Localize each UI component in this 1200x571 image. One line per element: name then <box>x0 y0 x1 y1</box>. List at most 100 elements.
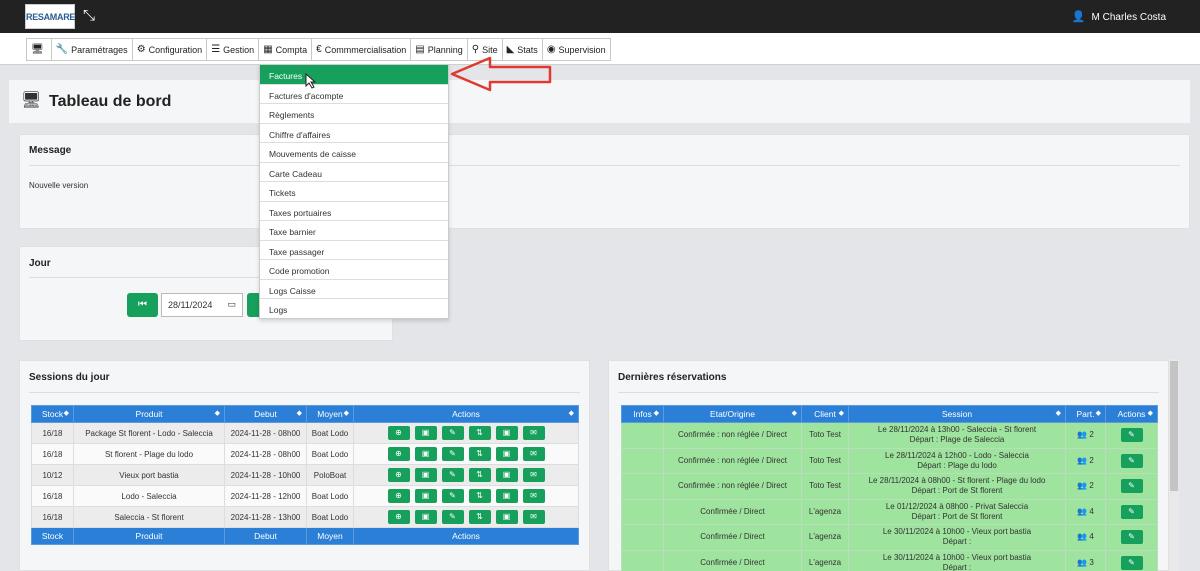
dropdown-item-carte-cadeau[interactable]: Carte Cadeau <box>260 163 448 182</box>
column-header-etat[interactable]: Etat/Origine ◆ <box>663 405 802 423</box>
add-button[interactable]: ⊕ <box>387 426 410 440</box>
column-header-actions[interactable]: Actions ◆ <box>353 405 579 423</box>
menu-item-configuration[interactable]: ⚙ Configuration <box>133 39 208 60</box>
column-footer-actions: Actions <box>353 527 579 545</box>
row-actions: ⊕ ▣ ✎ ⇅ ▣ ✉ <box>353 422 579 444</box>
email-button[interactable]: ✉ <box>522 489 545 503</box>
sort-button[interactable]: ⇅ <box>468 447 491 461</box>
scrollbar-thumb[interactable] <box>1170 361 1178 491</box>
column-header-client[interactable]: Client ◆ <box>801 405 849 423</box>
infos-cell <box>621 422 664 449</box>
calendar-remove-button[interactable]: ▣ <box>414 447 437 461</box>
email-button[interactable]: ✉ <box>522 447 545 461</box>
column-header-produit[interactable]: Produit ◆ <box>73 405 225 423</box>
column-header-actions[interactable]: Actions ◆ <box>1105 405 1158 423</box>
menu-item-gestion[interactable]: ☰ Gestion <box>207 39 260 60</box>
edit-button[interactable]: ✎ <box>1120 555 1143 570</box>
calendar-add-button[interactable]: ▣ <box>495 426 518 440</box>
dropdown-item-taxe-passager[interactable]: Taxe passager <box>260 241 448 260</box>
row-actions: ⊕ ▣ ✎ ⇅ ▣ ✉ <box>353 443 579 465</box>
dropdown-item-logs-caisse[interactable]: Logs Caisse <box>260 280 448 299</box>
dropdown-item-code-promotion[interactable]: Code promotion <box>260 260 448 280</box>
calendar-remove-button[interactable]: ▣ <box>414 468 437 482</box>
scrollbar[interactable] <box>1169 359 1179 571</box>
sort-button[interactable]: ⇅ <box>468 426 491 440</box>
user-name: M Charles Costa <box>1091 12 1166 23</box>
table-row: 16/18 St florent - Plage du lodo 2024-11-2… <box>31 443 579 465</box>
sort-button[interactable]: ⇅ <box>468 510 491 524</box>
infos-cell <box>621 524 664 551</box>
gears-icon: ⚙ <box>136 44 146 55</box>
sort-button[interactable]: ⇅ <box>468 468 491 482</box>
edit-button[interactable]: ✎ <box>441 489 464 503</box>
divider <box>618 392 1159 393</box>
sessions-title: Sessions du jour <box>29 372 110 383</box>
column-header-infos[interactable]: Infos ◆ <box>621 405 664 423</box>
user-menu[interactable]: 👤 M Charles Costa <box>1072 10 1166 23</box>
column-header-stock[interactable]: Stock ◆ <box>31 405 74 423</box>
column-header-session[interactable]: Session ◆ <box>848 405 1066 423</box>
edit-button[interactable]: ✎ <box>1120 453 1143 468</box>
edit-button[interactable]: ✎ <box>1120 530 1143 545</box>
calendar-remove-button[interactable]: ▣ <box>414 426 437 440</box>
fullscreen-icon[interactable]: ⤡ <box>83 8 95 23</box>
dropdown-item-mouvements-caisse[interactable]: Mouvements de caisse <box>260 143 448 163</box>
app-logo[interactable]: RESAMARE <box>25 4 75 29</box>
column-header-part[interactable]: Part. ◆ <box>1065 405 1106 423</box>
calendar-add-button[interactable]: ▣ <box>495 489 518 503</box>
edit-button[interactable]: ✎ <box>441 468 464 482</box>
dropdown-item-chiffre-affaires[interactable]: Chiffre d'affaires <box>260 124 448 143</box>
email-button[interactable]: ✉ <box>522 510 545 524</box>
calendar-remove-button[interactable]: ▣ <box>414 489 437 503</box>
email-button[interactable]: ✉ <box>522 468 545 482</box>
calendar-icon[interactable]: ▭ <box>227 299 236 310</box>
edit-button[interactable]: ✎ <box>441 447 464 461</box>
add-button[interactable]: ⊕ <box>387 468 410 482</box>
calendar-remove-button[interactable]: ▣ <box>414 510 437 524</box>
table-row: 16/18 Package St florent - Lodo - Salecci… <box>31 422 579 444</box>
main-menu-bar: 🖥 🔧 Paramétrages ⚙ Configuration ☰ Gestion … <box>0 33 1200 65</box>
date-input[interactable]: 28/11/2024 ▭ <box>161 293 243 317</box>
column-footer-stock: Stock <box>31 527 74 545</box>
add-button[interactable]: ⊕ <box>387 447 410 461</box>
table-row: 16/18 Lodo - Saleccia 2024-11-28 - 12h00 Bo… <box>31 485 579 507</box>
desktop-icon: 🖥 <box>21 92 42 109</box>
previous-day-button[interactable]: ⏮ <box>127 293 158 317</box>
table-row: Confirmée : non réglée / Direct Toto Test… <box>621 422 1158 449</box>
dropdown-item-logs[interactable]: Logs <box>260 299 448 319</box>
page-header: 🖥 Tableau de bord <box>9 80 1190 123</box>
dropdown-item-tickets[interactable]: Tickets <box>260 182 448 202</box>
menu-label: Compta <box>275 44 308 55</box>
calendar-add-button[interactable]: ▣ <box>495 510 518 524</box>
menu-item-parametrages[interactable]: 🔧 Paramétrages <box>52 39 133 60</box>
calendar-add-button[interactable]: ▣ <box>495 447 518 461</box>
edit-button[interactable]: ✎ <box>441 426 464 440</box>
column-header-moyen[interactable]: Moyen ◆ <box>306 405 354 423</box>
table-row: Confirmée / Direct L'agenza Le 30/11/2024 … <box>621 549 1158 571</box>
dropdown-item-taxes-portuaires[interactable]: Taxes portuaires <box>260 202 448 221</box>
add-button[interactable]: ⊕ <box>387 510 410 524</box>
calendar-add-button[interactable]: ▣ <box>495 468 518 482</box>
dropdown-item-reglements[interactable]: Règlements <box>260 104 448 124</box>
page-title: Tableau de bord <box>49 93 172 110</box>
column-header-debut[interactable]: Debut ◆ <box>224 405 307 423</box>
edit-button[interactable]: ✎ <box>1120 479 1143 494</box>
divider <box>29 165 1180 166</box>
edit-button[interactable]: ✎ <box>1120 428 1143 443</box>
email-button[interactable]: ✉ <box>522 426 545 440</box>
menu-label: Supervision <box>558 44 606 55</box>
menu-item-dashboard[interactable]: 🖥 <box>27 39 52 60</box>
edit-button[interactable]: ✎ <box>1120 504 1143 519</box>
column-footer-moyen: Moyen <box>306 527 354 545</box>
menu-label: Paramétrages <box>71 44 128 55</box>
infos-cell <box>621 498 664 525</box>
dropdown-item-taxe-barnier[interactable]: Taxe barnier <box>260 221 448 241</box>
edit-button[interactable]: ✎ <box>441 510 464 524</box>
users-icon: 👥 <box>1077 481 1088 491</box>
session-cell: Le 28/11/2024 à 08h00 - St florent - Pla… <box>848 473 1066 500</box>
add-button[interactable]: ⊕ <box>387 489 410 503</box>
column-footer-debut: Debut <box>224 527 307 545</box>
message-text: Nouvelle version <box>29 181 89 190</box>
users-icon: 👥 <box>1077 455 1088 465</box>
sort-button[interactable]: ⇅ <box>468 489 491 503</box>
